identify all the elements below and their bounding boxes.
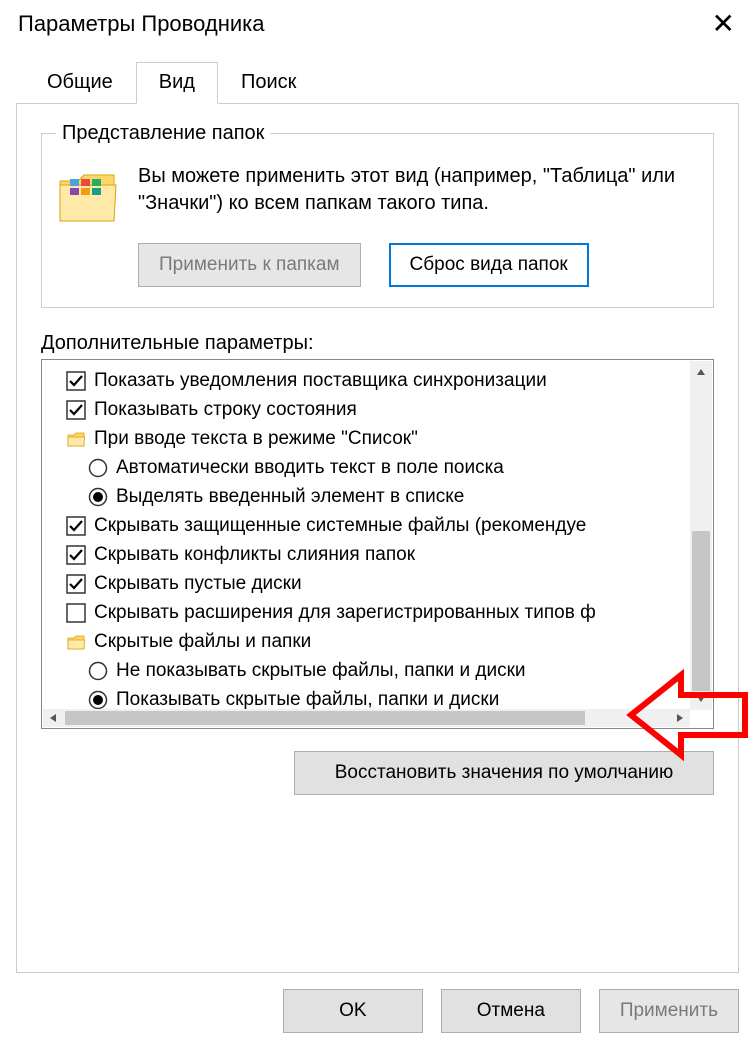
folder-views-group: Представление папок Вы можете применить … bbox=[41, 122, 714, 308]
list-item-label: Скрывать расширения для зарегистрированн… bbox=[94, 602, 596, 624]
reset-folders-button[interactable]: Сброс вида папок bbox=[389, 243, 589, 287]
list-item-label: При вводе текста в режиме "Список" bbox=[94, 428, 418, 450]
list-item[interactable]: Показывать строку состояния bbox=[66, 395, 713, 424]
list-item-label: Скрывать конфликты слияния папок bbox=[94, 544, 415, 566]
close-icon[interactable]: ✕ bbox=[704, 8, 743, 40]
ok-button[interactable]: OK bbox=[283, 989, 423, 1033]
apply-to-folders-button: Применить к папкам bbox=[138, 243, 361, 287]
scroll-up-icon[interactable] bbox=[690, 361, 712, 383]
list-item-label: Скрывать пустые диски bbox=[94, 573, 302, 595]
list-item[interactable]: Скрывать конфликты слияния папок bbox=[66, 540, 713, 569]
radio-icon[interactable] bbox=[88, 458, 108, 478]
list-item-label: Показать уведомления поставщика синхрони… bbox=[94, 370, 547, 392]
radio-icon[interactable] bbox=[88, 690, 108, 710]
tab-panel-view: Представление папок Вы можете применить … bbox=[16, 103, 739, 973]
list-item[interactable]: Показать уведомления поставщика синхрони… bbox=[66, 366, 713, 395]
advanced-settings-list[interactable]: Показать уведомления поставщика синхрони… bbox=[41, 359, 714, 729]
list-item-label: Автоматически вводить текст в поле поиск… bbox=[116, 457, 504, 479]
restore-defaults-button[interactable]: Восстановить значения по умолчанию bbox=[294, 751, 714, 795]
scroll-down-icon[interactable] bbox=[690, 688, 712, 710]
folder-views-description: Вы можете применить этот вид (например, … bbox=[138, 163, 693, 217]
list-item[interactable]: Не показывать скрытые файлы, папки и дис… bbox=[66, 656, 713, 685]
list-item-label: Показывать строку состояния bbox=[94, 399, 357, 421]
checkbox-icon[interactable] bbox=[66, 574, 86, 594]
list-item[interactable]: Скрывать расширения для зарегистрированн… bbox=[66, 598, 713, 627]
checkbox-icon[interactable] bbox=[66, 603, 86, 623]
list-item[interactable]: Скрывать защищенные системные файлы (рек… bbox=[66, 511, 713, 540]
scroll-thumb-vertical[interactable] bbox=[692, 531, 710, 691]
checkbox-icon[interactable] bbox=[66, 516, 86, 536]
tab-view[interactable]: Вид bbox=[136, 62, 218, 104]
list-item-label: Показывать скрытые файлы, папки и диски bbox=[116, 689, 499, 711]
tab-general[interactable]: Общие bbox=[24, 62, 136, 103]
list-item-label: Выделять введенный элемент в списке bbox=[116, 486, 464, 508]
list-item-label: Скрытые файлы и папки bbox=[94, 631, 311, 653]
scroll-thumb-horizontal[interactable] bbox=[65, 711, 585, 725]
radio-icon[interactable] bbox=[88, 661, 108, 681]
tab-search[interactable]: Поиск bbox=[218, 62, 319, 103]
horizontal-scrollbar[interactable] bbox=[43, 709, 690, 727]
radio-icon[interactable] bbox=[88, 487, 108, 507]
checkbox-icon[interactable] bbox=[66, 371, 86, 391]
list-item: Скрытые файлы и папки bbox=[66, 627, 713, 656]
list-item[interactable]: Скрывать пустые диски bbox=[66, 569, 713, 598]
list-item[interactable]: Автоматически вводить текст в поле поиск… bbox=[66, 453, 713, 482]
folder-views-legend: Представление папок bbox=[56, 122, 270, 145]
window-title: Параметры Проводника bbox=[18, 11, 264, 37]
checkbox-icon[interactable] bbox=[66, 400, 86, 420]
list-item-label: Скрывать защищенные системные файлы (рек… bbox=[94, 515, 586, 537]
list-item: При вводе текста в режиме "Список" bbox=[66, 424, 713, 453]
cancel-button[interactable]: Отмена bbox=[441, 989, 581, 1033]
folder-icon bbox=[66, 632, 86, 652]
vertical-scrollbar[interactable] bbox=[690, 361, 712, 710]
advanced-settings-label: Дополнительные параметры: bbox=[41, 332, 714, 355]
tab-bar: Общие Вид Поиск bbox=[24, 62, 755, 103]
folder-preview-icon bbox=[56, 167, 120, 225]
folder-icon bbox=[66, 429, 86, 449]
scroll-left-icon[interactable] bbox=[43, 709, 63, 727]
list-item[interactable]: Выделять введенный элемент в списке bbox=[66, 482, 713, 511]
checkbox-icon[interactable] bbox=[66, 545, 86, 565]
scroll-right-icon[interactable] bbox=[670, 709, 690, 727]
apply-button: Применить bbox=[599, 989, 739, 1033]
list-item-label: Не показывать скрытые файлы, папки и дис… bbox=[116, 660, 526, 682]
